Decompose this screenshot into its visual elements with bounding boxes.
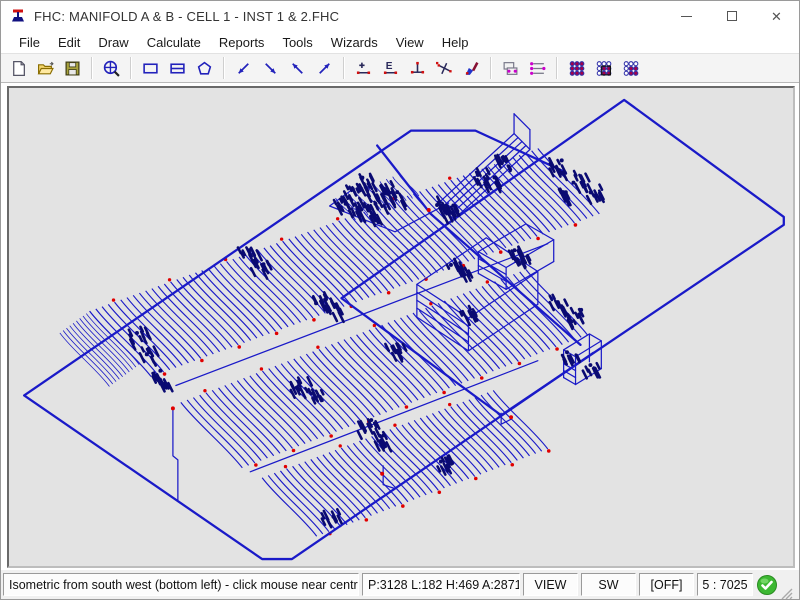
minimize-button[interactable] bbox=[664, 1, 709, 31]
elevation-pipe-button[interactable]: E bbox=[377, 56, 404, 81]
toolbar-separator bbox=[490, 57, 492, 79]
arrow-nw-button[interactable] bbox=[284, 56, 311, 81]
title-bar[interactable]: FHC: MANIFOLD A & B - CELL 1 - INST 1 & … bbox=[1, 1, 799, 31]
window-controls: ✕ bbox=[664, 1, 799, 31]
status-dimensions: P:3128 L:182 H:469 A:2871.7m2 bbox=[362, 573, 520, 596]
maximize-button[interactable] bbox=[709, 1, 754, 31]
resize-grip[interactable] bbox=[781, 577, 794, 599]
arrow-nw-icon bbox=[289, 60, 306, 77]
menu-reports[interactable]: Reports bbox=[210, 33, 274, 52]
copy-range-button[interactable] bbox=[497, 56, 524, 81]
heads-all-icon bbox=[568, 60, 585, 77]
menu-calculate[interactable]: Calculate bbox=[138, 33, 210, 52]
maximize-icon bbox=[727, 11, 737, 21]
heads-select-icon bbox=[595, 60, 612, 77]
menu-tools[interactable]: Tools bbox=[273, 33, 321, 52]
arrow-sw-icon bbox=[235, 60, 252, 77]
rectangle-tool-button[interactable] bbox=[137, 56, 164, 81]
heads-mixed-button[interactable] bbox=[617, 56, 644, 81]
svg-text:E: E bbox=[386, 61, 393, 72]
open-file-icon bbox=[37, 60, 54, 77]
save-file-icon bbox=[64, 60, 81, 77]
minimize-icon bbox=[681, 16, 692, 17]
arrow-ne-button[interactable] bbox=[311, 56, 338, 81]
menu-bar: FileEditDrawCalculateReportsToolsWizards… bbox=[1, 31, 799, 53]
toolbar: E bbox=[1, 53, 799, 83]
tee-pipe-icon bbox=[409, 60, 426, 77]
arrow-se-button[interactable] bbox=[257, 56, 284, 81]
heads-mixed-icon bbox=[622, 60, 639, 77]
zoom-pan-icon bbox=[103, 60, 120, 77]
menu-view[interactable]: View bbox=[387, 33, 433, 52]
status-message: Isometric from south west (bottom left) … bbox=[3, 573, 359, 596]
status-bar: Isometric from south west (bottom left) … bbox=[1, 570, 799, 599]
add-pipe-button[interactable] bbox=[350, 56, 377, 81]
open-file-button[interactable] bbox=[32, 56, 59, 81]
menu-help[interactable]: Help bbox=[433, 33, 478, 52]
status-zoom-ratio: 5 : 7025 bbox=[697, 573, 753, 596]
new-file-icon bbox=[10, 60, 27, 77]
delete-pipe-button[interactable] bbox=[431, 56, 458, 81]
menu-wizards[interactable]: Wizards bbox=[322, 33, 387, 52]
status-toggle-button[interactable]: [OFF] bbox=[639, 573, 694, 596]
split-rectangle-tool-icon bbox=[169, 60, 186, 77]
window-title: FHC: MANIFOLD A & B - CELL 1 - INST 1 & … bbox=[34, 9, 339, 24]
paste-range-button[interactable] bbox=[524, 56, 551, 81]
toolbar-separator bbox=[130, 57, 132, 79]
elevation-pipe-icon: E bbox=[382, 60, 399, 77]
tee-pipe-button[interactable] bbox=[404, 56, 431, 81]
copy-range-icon bbox=[502, 60, 519, 77]
drawing-svg[interactable] bbox=[9, 88, 793, 566]
app-window: FHC: MANIFOLD A & B - CELL 1 - INST 1 & … bbox=[0, 0, 800, 600]
toolbar-separator bbox=[343, 57, 345, 79]
delete-pipe-icon bbox=[436, 60, 453, 77]
menu-file[interactable]: File bbox=[10, 33, 49, 52]
menu-draw[interactable]: Draw bbox=[89, 33, 137, 52]
polygon-tool-button[interactable] bbox=[191, 56, 218, 81]
save-file-button[interactable] bbox=[59, 56, 86, 81]
new-file-button[interactable] bbox=[5, 56, 32, 81]
toolbar-separator bbox=[91, 57, 93, 79]
menu-edit[interactable]: Edit bbox=[49, 33, 89, 52]
pen-tool-icon bbox=[463, 60, 480, 77]
arrow-sw-button[interactable] bbox=[230, 56, 257, 81]
heads-all-button[interactable] bbox=[563, 56, 590, 81]
add-pipe-icon bbox=[355, 60, 372, 77]
app-sprinkler-icon bbox=[10, 8, 26, 24]
green-check-icon bbox=[756, 574, 778, 596]
split-rectangle-tool-button[interactable] bbox=[164, 56, 191, 81]
rectangle-tool-icon bbox=[142, 60, 159, 77]
polygon-tool-icon bbox=[196, 60, 213, 77]
arrow-ne-icon bbox=[316, 60, 333, 77]
arrow-se-icon bbox=[262, 60, 279, 77]
status-view-direction-button[interactable]: SW bbox=[581, 573, 636, 596]
paste-range-icon bbox=[529, 60, 546, 77]
close-button[interactable]: ✕ bbox=[754, 1, 799, 31]
status-mode-button[interactable]: VIEW bbox=[523, 573, 578, 596]
zoom-pan-button[interactable] bbox=[98, 56, 125, 81]
toolbar-separator bbox=[556, 57, 558, 79]
drawing-canvas[interactable] bbox=[7, 86, 795, 568]
toolbar-separator bbox=[223, 57, 225, 79]
pen-tool-button[interactable] bbox=[458, 56, 485, 81]
heads-select-button[interactable] bbox=[590, 56, 617, 81]
close-icon: ✕ bbox=[771, 10, 782, 23]
